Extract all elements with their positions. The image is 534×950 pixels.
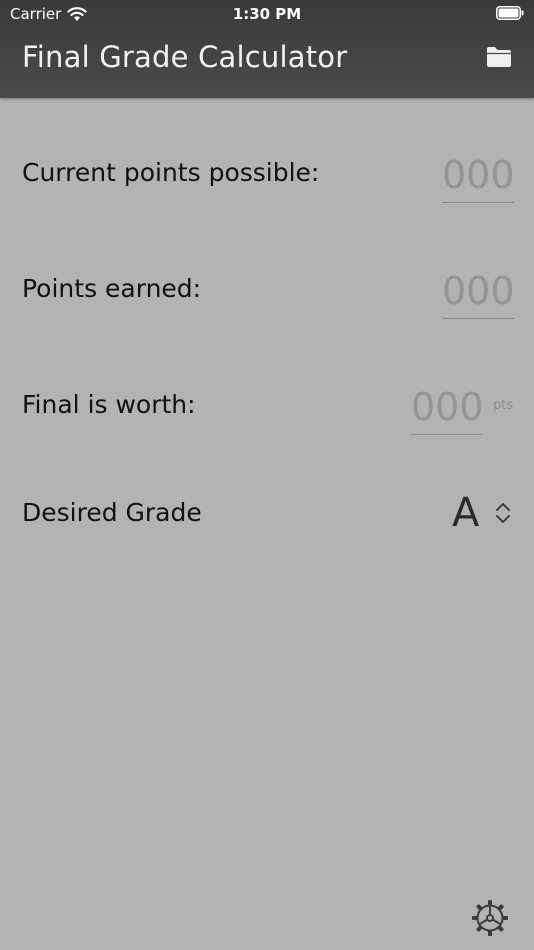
status-time: 1:30 PM (232, 5, 302, 23)
app-header: Carrier 1:30 PM Final Grade Calculator (0, 0, 534, 98)
final-worth-label: Final is worth: (22, 390, 196, 419)
chevron-up-down-icon[interactable] (494, 501, 512, 525)
folder-icon[interactable] (486, 46, 512, 68)
points-earned-input[interactable] (442, 264, 514, 319)
final-worth-input[interactable] (411, 380, 483, 435)
desired-grade-value[interactable]: A (452, 490, 479, 536)
final-worth-row: Final is worth: pts (0, 380, 534, 442)
status-bar: Carrier 1:30 PM (0, 0, 534, 28)
desired-grade-row[interactable]: Desired Grade A (0, 490, 534, 540)
desired-grade-label: Desired Grade (22, 498, 202, 527)
battery-icon (496, 6, 524, 20)
current-points-label: Current points possible: (22, 158, 320, 187)
points-earned-row: Points earned: (0, 264, 534, 326)
current-points-row: Current points possible: (0, 148, 534, 210)
points-earned-label: Points earned: (22, 274, 202, 303)
page-title: Final Grade Calculator (22, 40, 348, 74)
points-suffix: pts (493, 398, 514, 413)
gear-icon[interactable] (470, 898, 510, 938)
current-points-input[interactable] (442, 148, 514, 203)
